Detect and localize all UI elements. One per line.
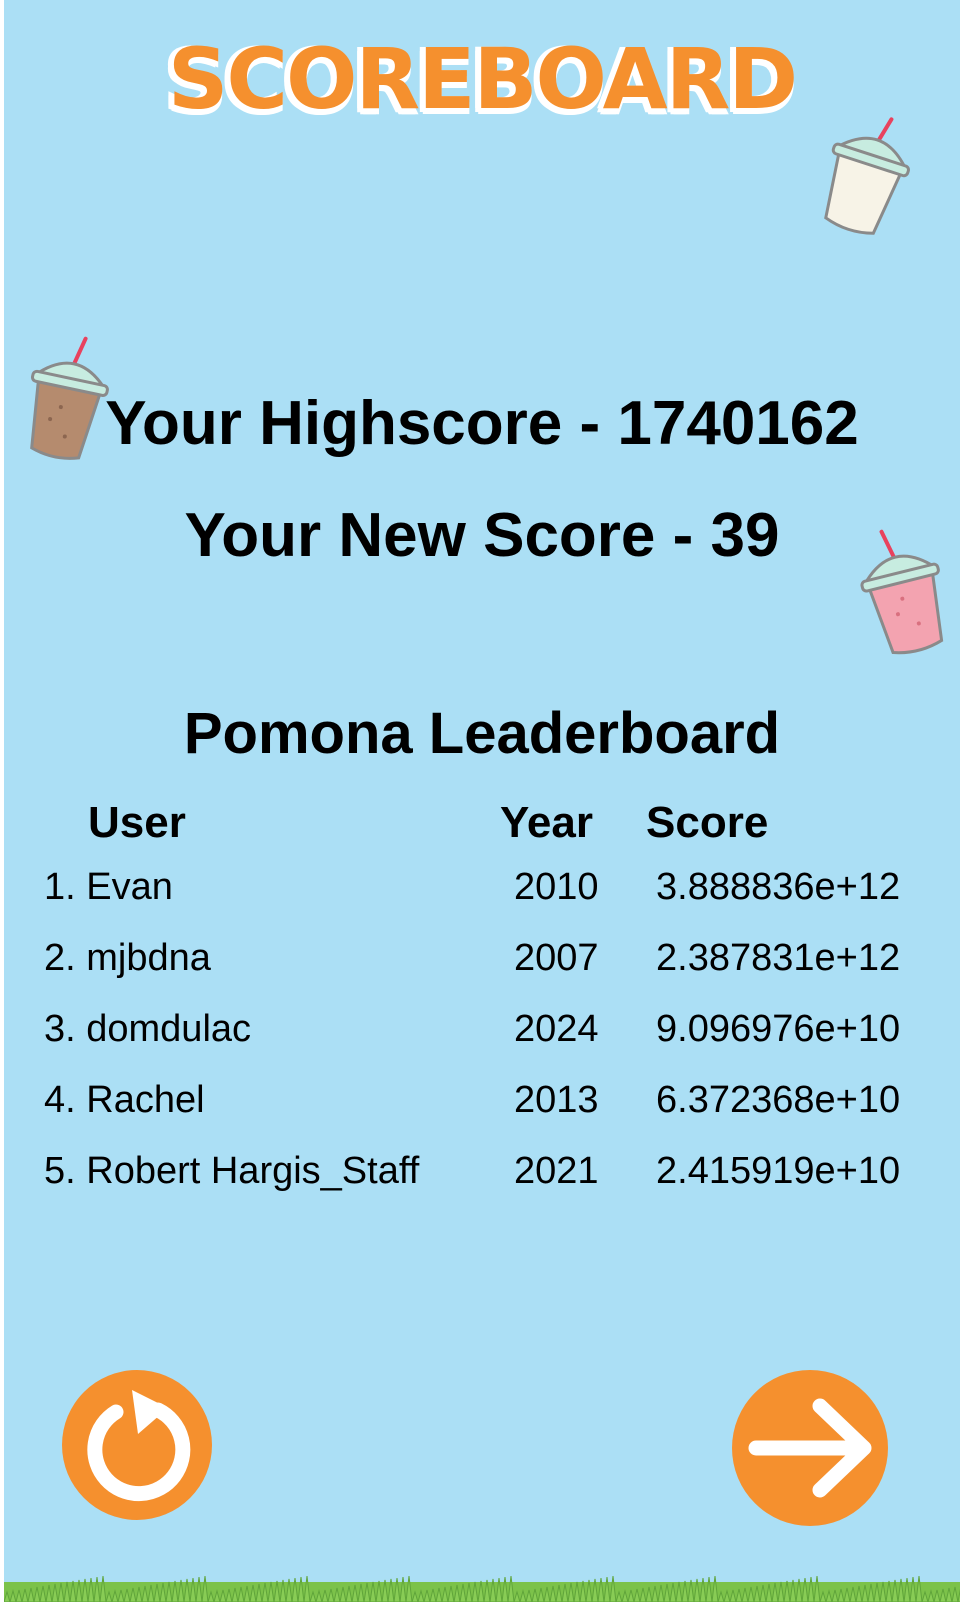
row-score: 2.387831e+12 [656, 937, 901, 979]
highscore-label: Your Highscore - 1740162 [105, 389, 859, 458]
row-score: 2.415919e+10 [656, 1150, 901, 1192]
arrow-right-icon [748, 1398, 872, 1498]
row-year: 2007 [514, 937, 599, 979]
row-user: 2. mjbdna [44, 937, 211, 979]
leaderboard-row: 4. Rachel 2013 6.372368e+10 [4, 1079, 960, 1139]
leaderboard-row: 2. mjbdna 2007 2.387831e+12 [4, 937, 960, 997]
row-user: 5. Robert Hargis_Staff [44, 1150, 420, 1192]
leaderboard-row: 3. domdulac 2024 9.096976e+10 [4, 1008, 960, 1068]
next-button[interactable] [732, 1370, 888, 1526]
leaderboard-row: 5. Robert Hargis_Staff 2021 2.415919e+10 [4, 1150, 960, 1210]
new-score-label: Your New Score - 39 [184, 501, 780, 570]
restart-button[interactable] [62, 1370, 212, 1520]
row-year: 2021 [514, 1150, 599, 1192]
leaderboard-row: 1. Evan 2010 3.888836e+12 [4, 866, 960, 926]
leaderboard-title: Pomona Leaderboard [183, 701, 781, 766]
restart-icon [87, 1390, 191, 1502]
row-score: 9.096976e+10 [656, 1008, 901, 1050]
year-column-header: Year [500, 798, 593, 847]
row-year: 2013 [514, 1079, 599, 1121]
row-user: 3. domdulac [44, 1008, 252, 1050]
row-user: 1. Evan [44, 866, 173, 908]
row-score: 6.372368e+10 [656, 1079, 901, 1121]
row-user: 4. Rachel [44, 1079, 205, 1121]
user-column-header: User [88, 798, 186, 847]
grass-strip [4, 1575, 960, 1602]
scoreboard-screen: SCOREBOARD Your Highscore - 1740162 Your… [4, 0, 960, 1602]
vanilla-drink-icon [824, 117, 910, 235]
row-year: 2024 [514, 1008, 599, 1050]
row-score: 3.888836e+12 [656, 866, 901, 908]
score-column-header: Score [646, 798, 769, 847]
row-year: 2010 [514, 866, 599, 908]
